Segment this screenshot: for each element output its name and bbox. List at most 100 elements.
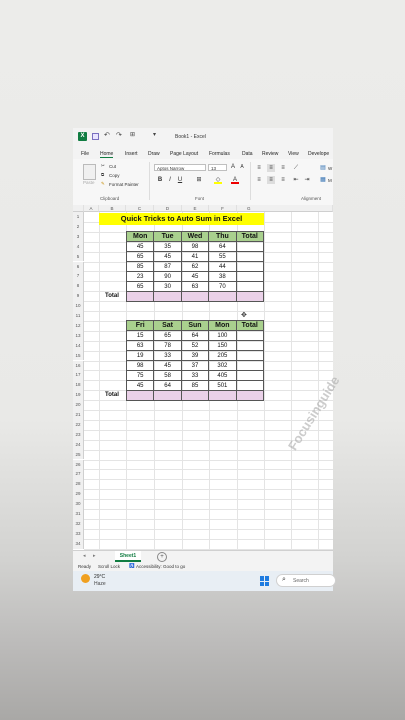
total-cell[interactable] xyxy=(180,390,210,401)
row-header[interactable]: 32 xyxy=(73,518,84,529)
total-cell[interactable] xyxy=(153,390,182,401)
total-cell[interactable] xyxy=(235,291,265,302)
copy-button[interactable]: Copy xyxy=(109,173,120,178)
weather-temp[interactable]: 29°C xyxy=(94,574,105,580)
status-accessibility[interactable]: Accessibility: Good to go xyxy=(136,564,185,569)
header-cell[interactable]: Mon xyxy=(125,231,155,242)
header-cell[interactable]: Tue xyxy=(153,231,182,242)
tab-file[interactable]: File xyxy=(81,151,89,157)
data-cell[interactable]: 64 xyxy=(208,241,237,252)
header-cell[interactable]: Mon xyxy=(208,320,237,331)
accessibility-icon[interactable]: ♿ xyxy=(129,563,135,569)
row-header[interactable]: 28 xyxy=(73,479,84,490)
data-cell[interactable]: 38 xyxy=(208,271,237,282)
sheet-tab-sheet1[interactable]: Sheet1 xyxy=(115,551,141,562)
data-cell[interactable] xyxy=(235,360,265,371)
header-cell[interactable]: Sat xyxy=(153,320,182,331)
taskbar-search-box[interactable]: ⌕ Search xyxy=(276,574,336,587)
font-size-box[interactable]: 13 xyxy=(208,164,227,171)
data-cell[interactable]: 45 xyxy=(125,380,155,391)
data-cell[interactable] xyxy=(235,261,265,272)
weekend-table[interactable]: Fri Sat Sun Mon Total 15 65 64 100 63 78 52 150 19 33 3… xyxy=(125,320,265,401)
row-header[interactable]: 20 xyxy=(73,400,84,410)
data-cell[interactable]: 15 xyxy=(125,330,155,341)
paste-label[interactable]: Paste xyxy=(83,180,95,185)
weather-condition[interactable]: Haze xyxy=(94,581,106,587)
data-cell[interactable]: 23 xyxy=(125,271,155,282)
row-header[interactable]: 33 xyxy=(73,528,84,539)
copy-icon[interactable]: ⧉ xyxy=(101,172,104,177)
data-cell[interactable]: 501 xyxy=(208,380,237,391)
wrap-text-label[interactable]: W xyxy=(328,166,332,171)
data-cell[interactable]: 45 xyxy=(125,241,155,252)
align-left-icon[interactable]: ≡ xyxy=(255,176,263,184)
data-cell[interactable]: 45 xyxy=(180,271,210,282)
data-cell[interactable] xyxy=(235,330,265,341)
data-cell[interactable]: 87 xyxy=(153,261,182,272)
total-cell[interactable] xyxy=(208,390,237,401)
row-header[interactable]: 9 xyxy=(73,291,84,302)
row-header[interactable]: 30 xyxy=(73,499,84,509)
row-header[interactable]: 13 xyxy=(73,330,84,341)
data-cell[interactable]: 98 xyxy=(180,241,210,252)
data-cell[interactable] xyxy=(235,350,265,361)
windows-start-icon[interactable] xyxy=(260,576,270,586)
row-header[interactable]: 29 xyxy=(73,489,84,500)
font-name-box[interactable]: Aptos Narrow xyxy=(154,164,206,171)
data-cell[interactable]: 30 xyxy=(153,281,182,292)
column-header-f[interactable]: F xyxy=(209,205,237,212)
format-painter-icon[interactable]: ✎ xyxy=(101,181,105,187)
add-sheet-icon[interactable]: + xyxy=(157,552,167,562)
row-header[interactable]: 8 xyxy=(73,281,84,292)
data-cell[interactable]: 55 xyxy=(208,251,237,262)
prev-sheet-icon[interactable]: ◂ xyxy=(83,553,86,559)
data-cell[interactable]: 64 xyxy=(180,330,210,341)
align-right-icon[interactable]: ≡ xyxy=(279,176,287,184)
data-cell[interactable]: 58 xyxy=(153,370,182,381)
row-header[interactable]: 23 xyxy=(73,429,84,440)
data-cell[interactable]: 150 xyxy=(208,340,237,351)
row-header[interactable]: 34 xyxy=(73,538,84,549)
data-cell[interactable]: 75 xyxy=(125,370,155,381)
merge-center-icon[interactable]: ▦ xyxy=(319,176,327,184)
data-cell[interactable]: 70 xyxy=(208,281,237,292)
total-cell[interactable] xyxy=(180,291,210,302)
align-middle-icon[interactable]: ≡ xyxy=(267,164,275,172)
data-cell[interactable]: 405 xyxy=(208,370,237,381)
fill-color-icon[interactable]: ◇ xyxy=(214,176,222,184)
data-cell[interactable]: 63 xyxy=(180,281,210,292)
customize-icon[interactable]: ⊞ xyxy=(130,131,135,138)
title-banner[interactable]: Quick Tricks to Auto Sum in Excel xyxy=(99,213,264,225)
row-header[interactable]: 3 xyxy=(73,231,84,242)
data-cell[interactable]: 65 xyxy=(125,281,155,292)
data-cell[interactable]: 19 xyxy=(125,350,155,361)
bold-button[interactable]: B xyxy=(156,176,164,184)
data-cell[interactable]: 85 xyxy=(180,380,210,391)
data-cell[interactable]: 37 xyxy=(180,360,210,371)
data-cell[interactable]: 85 xyxy=(125,261,155,272)
data-cell[interactable]: 64 xyxy=(153,380,182,391)
undo-icon[interactable]: ↶ xyxy=(104,131,110,139)
spreadsheet-grid[interactable]: A B C D E F G 1 2 3 4 5 6 7 8 9 10 11 12 13 14 15 16 17 1… xyxy=(73,205,333,550)
merge-label[interactable]: M xyxy=(328,178,332,183)
data-cell[interactable] xyxy=(235,271,265,282)
save-icon[interactable] xyxy=(92,133,99,140)
tab-formulas[interactable]: Formulas xyxy=(209,151,230,157)
data-cell[interactable]: 62 xyxy=(180,261,210,272)
data-cell[interactable]: 65 xyxy=(125,251,155,262)
row-header[interactable]: 5 xyxy=(73,251,84,262)
total-cell[interactable] xyxy=(208,291,237,302)
row-header[interactable]: 7 xyxy=(73,271,84,282)
column-header-c[interactable]: C xyxy=(126,205,154,212)
tab-view[interactable]: View xyxy=(288,151,299,157)
row-header[interactable]: 4 xyxy=(73,241,84,252)
header-cell[interactable]: Thu xyxy=(208,231,237,242)
corner-cell[interactable] xyxy=(73,205,84,212)
data-cell[interactable]: 65 xyxy=(153,330,182,341)
row-header[interactable]: 16 xyxy=(73,360,84,371)
tab-draw[interactable]: Draw xyxy=(148,151,160,157)
total-cell[interactable] xyxy=(235,390,265,401)
weather-icon[interactable] xyxy=(81,574,90,583)
data-cell[interactable]: 33 xyxy=(180,370,210,381)
weekday-table[interactable]: Mon Tue Wed Thu Total 45 35 98 64 65 45 41 55 85 87 62 4… xyxy=(125,231,265,302)
